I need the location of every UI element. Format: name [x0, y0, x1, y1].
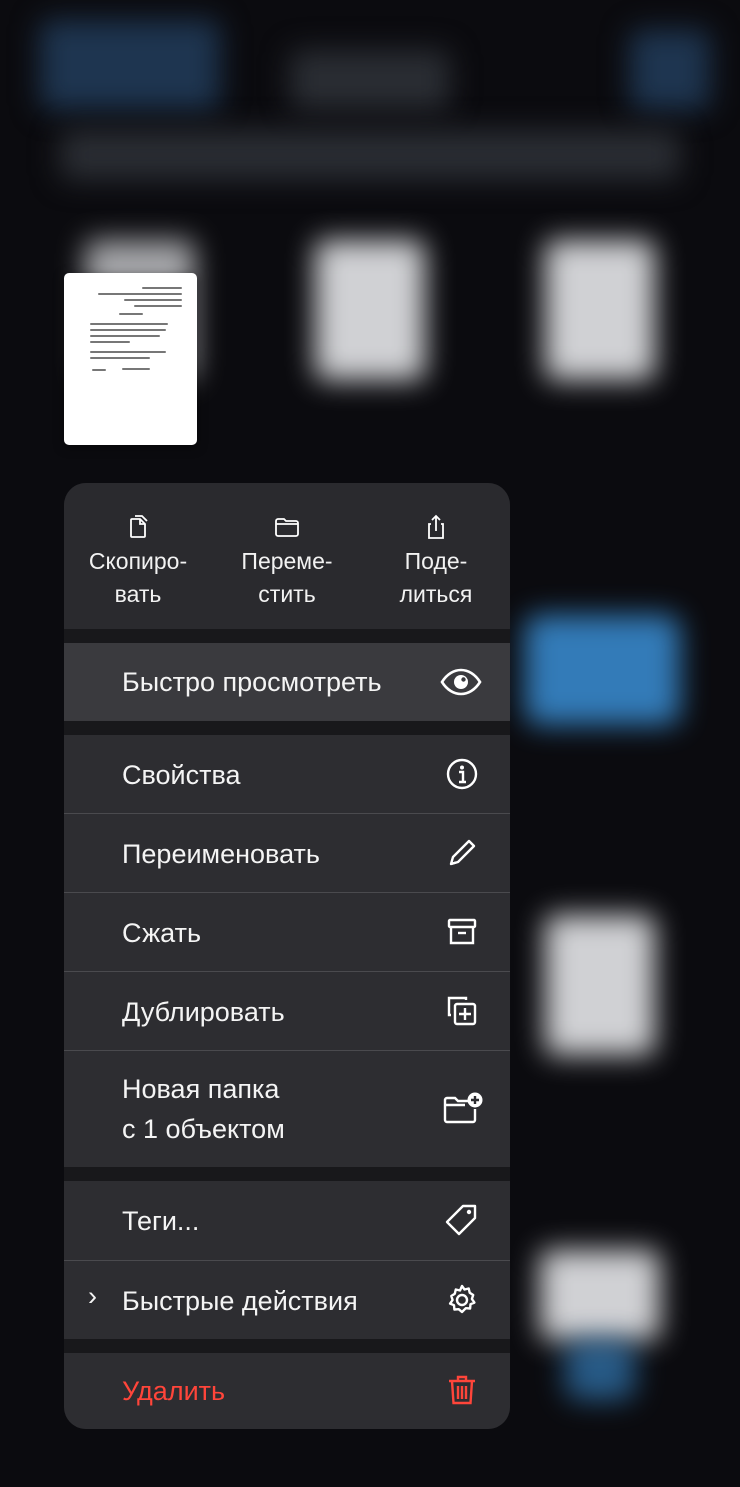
tag-icon	[444, 1202, 480, 1238]
bg-file-tile	[315, 240, 425, 380]
copy-icon	[124, 513, 152, 541]
doc-text-line	[134, 305, 182, 307]
bg-file-tile	[545, 915, 655, 1055]
doc-text-line	[90, 323, 168, 325]
folder-icon	[273, 513, 301, 541]
menu-item-info[interactable]: Свойства	[64, 735, 510, 813]
menu-item-quick-actions[interactable]: › Быстрые действия	[64, 1261, 510, 1339]
delete-label: Удалить	[122, 1376, 226, 1406]
doc-text-line	[92, 369, 106, 371]
context-menu: Скопиро- вать Переме- стить Поде- литься	[64, 483, 510, 1429]
quick-look-label: Быстро просмотреть	[122, 667, 382, 697]
doc-text-line	[119, 313, 143, 315]
new-folder-label: Новая папка с 1 объектом	[122, 1074, 285, 1144]
doc-text-line	[90, 341, 130, 343]
bg-blur-shape	[290, 50, 450, 110]
doc-text-line	[90, 329, 166, 331]
duplicate-icon	[444, 993, 480, 1029]
menu-item-quick-look[interactable]: Быстро просмотреть	[64, 643, 510, 721]
bg-file-tile	[540, 1250, 660, 1340]
move-label: Переме- стить	[241, 548, 333, 607]
menu-item-delete[interactable]: Удалить	[64, 1353, 510, 1429]
copy-button[interactable]: Скопиро- вать	[64, 483, 212, 629]
section-separator	[64, 1167, 510, 1181]
menu-item-compress[interactable]: Сжать	[64, 893, 510, 971]
doc-text-line	[124, 299, 182, 301]
move-button[interactable]: Переме- стить	[213, 483, 361, 629]
doc-text-line	[122, 368, 150, 370]
duplicate-label: Дублировать	[122, 997, 285, 1027]
section-separator	[64, 721, 510, 735]
doc-text-line	[90, 351, 166, 353]
share-icon	[422, 513, 450, 541]
info-label: Свойства	[122, 760, 241, 790]
doc-text-line	[90, 335, 160, 337]
bg-blur-shape	[630, 30, 710, 110]
quick-actions-label: Быстрые действия	[122, 1286, 358, 1316]
menu-item-rename[interactable]: Переименовать	[64, 814, 510, 892]
bg-folder-tile	[525, 615, 680, 725]
share-button[interactable]: Поде- литься	[362, 483, 510, 629]
rename-label: Переименовать	[122, 839, 320, 869]
section-separator	[64, 629, 510, 643]
menu-item-duplicate[interactable]: Дублировать	[64, 972, 510, 1050]
pencil-icon	[444, 835, 480, 871]
doc-text-line	[142, 287, 182, 289]
eye-icon	[440, 664, 482, 700]
folder-plus-icon	[442, 1091, 484, 1127]
share-label: Поде- литься	[399, 548, 473, 607]
bg-folder-tile	[565, 1340, 635, 1400]
menu-item-tags[interactable]: Теги...	[64, 1181, 510, 1260]
archive-icon	[444, 914, 480, 950]
bg-blur-shape	[40, 20, 220, 110]
info-icon	[444, 756, 480, 792]
document-thumbnail[interactable]	[64, 273, 197, 445]
doc-text-line	[98, 293, 182, 295]
compress-label: Сжать	[122, 918, 202, 948]
doc-text-line	[90, 357, 150, 359]
copy-label: Скопиро- вать	[88, 548, 188, 607]
menu-item-new-folder[interactable]: Новая папка с 1 объектом	[64, 1051, 510, 1167]
tags-label: Теги...	[122, 1206, 200, 1236]
top-actions-row: Скопиро- вать Переме- стить Поде- литься	[64, 483, 510, 629]
gear-icon	[444, 1282, 480, 1318]
bg-blur-shape	[60, 130, 680, 180]
chevron-right-icon: ›	[88, 1281, 97, 1311]
bg-file-tile	[545, 240, 655, 380]
section-separator	[64, 1339, 510, 1353]
trash-icon	[444, 1372, 480, 1408]
